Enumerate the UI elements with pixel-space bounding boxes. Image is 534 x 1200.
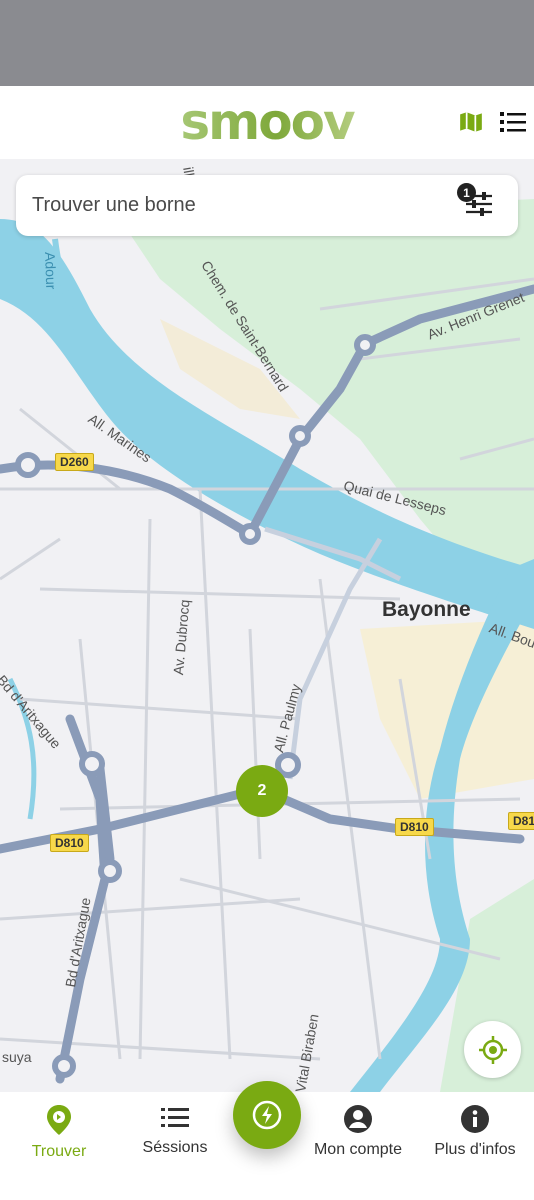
- map-icon[interactable]: [455, 106, 487, 138]
- nav-mon-compte[interactable]: Mon compte: [310, 1104, 406, 1159]
- nav-label: Séssions: [142, 1139, 208, 1156]
- station-cluster[interactable]: 2: [236, 765, 288, 817]
- locate-me-button[interactable]: [464, 1021, 521, 1078]
- city-label: Bayonne: [382, 598, 471, 621]
- map-label: Adour: [42, 251, 60, 290]
- road-shield: D81: [508, 812, 534, 830]
- search-placeholder: Trouver une borne: [32, 194, 196, 216]
- crosshair-icon: [478, 1035, 507, 1064]
- account-icon: [344, 1105, 372, 1133]
- nav-label: Trouver: [31, 1143, 87, 1160]
- road-shield: D810: [50, 834, 89, 852]
- nav-label: Mon compte: [313, 1141, 403, 1158]
- app-logo: smoov: [174, 92, 360, 152]
- filter-count-badge: 1: [457, 183, 476, 202]
- nav-label: Plus d'infos: [434, 1141, 516, 1158]
- nav-plus-infos[interactable]: Plus d'infos: [430, 1104, 520, 1159]
- road-shield: D810: [395, 818, 434, 836]
- nav-sessions[interactable]: Séssions: [135, 1104, 215, 1157]
- info-icon: [461, 1105, 489, 1133]
- map-view[interactable]: Adour Chem. de Saint-Bernard Av. Henri G…: [0, 159, 534, 1092]
- list-icon: [161, 1108, 189, 1127]
- map-label: suya: [2, 1049, 32, 1065]
- search-input[interactable]: Trouver une borne: [16, 175, 518, 236]
- list-icon[interactable]: [497, 106, 529, 138]
- nav-trouver[interactable]: Trouver: [28, 1104, 90, 1161]
- charge-button[interactable]: [233, 1081, 301, 1149]
- road-shield: D260: [55, 453, 94, 471]
- status-bar: [0, 0, 534, 86]
- charge-bolt-icon: [252, 1100, 282, 1130]
- location-pin-icon: [47, 1105, 71, 1135]
